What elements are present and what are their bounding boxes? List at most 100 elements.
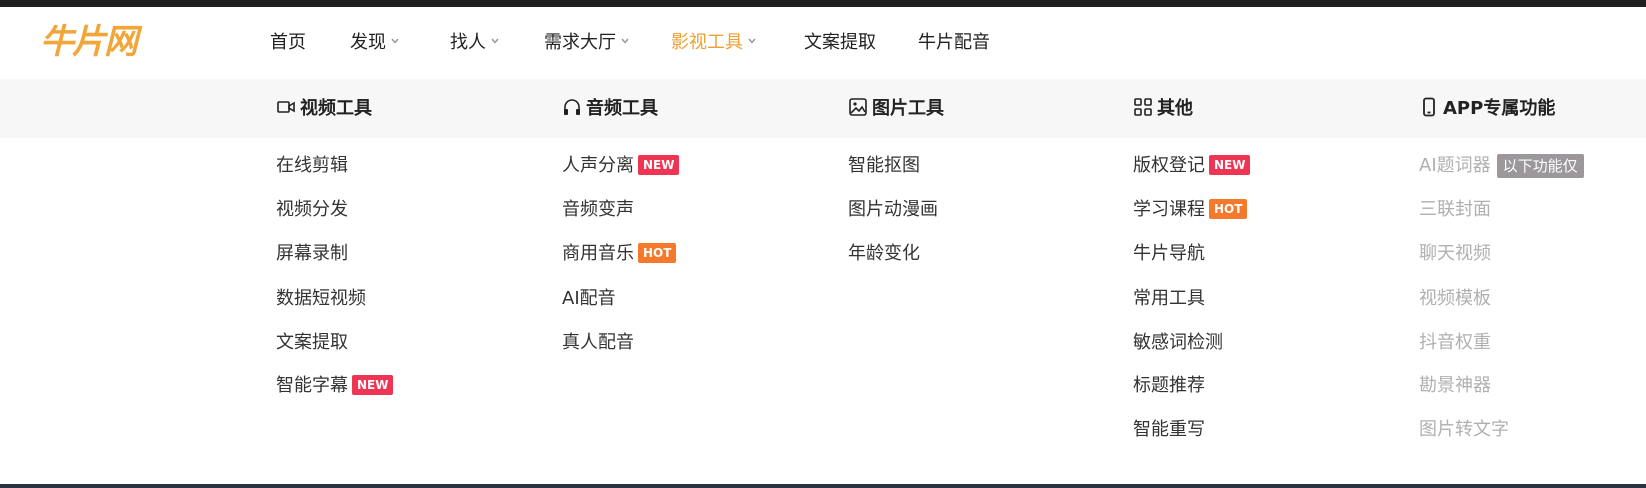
menu-item-vocal-separation[interactable]: 人声分离 NEW bbox=[562, 154, 680, 178]
nav-item-discover[interactable]: 发现 bbox=[350, 34, 399, 52]
menu-item-courses[interactable]: 学习课程 HOT bbox=[1133, 198, 1248, 222]
nav-item-copy-extract[interactable]: 文案提取 bbox=[804, 34, 876, 52]
column-title: 图片工具 bbox=[872, 98, 944, 119]
menu-item-chat-video[interactable]: 聊天视频 bbox=[1419, 242, 1491, 266]
nav-item-home[interactable]: 首页 bbox=[270, 34, 306, 52]
app-only-badge: 以下功能仅 bbox=[1496, 154, 1584, 178]
menu-item-age-change[interactable]: 年龄变化 bbox=[848, 242, 920, 266]
menu-item-ai-teleprompter[interactable]: AI题词器 以下功能仅 bbox=[1419, 154, 1584, 178]
menu-item-label: 标题推荐 bbox=[1133, 375, 1205, 396]
nav-item-label: 牛片配音 bbox=[918, 32, 990, 53]
category-header-bar bbox=[0, 79, 1646, 138]
chevron-down-icon bbox=[391, 37, 399, 45]
headphones-icon bbox=[562, 97, 582, 117]
menu-item-triple-cover[interactable]: 三联封面 bbox=[1419, 198, 1491, 222]
column-header-other: 其他 bbox=[1133, 97, 1193, 121]
nav-item-label: 发现 bbox=[350, 32, 386, 53]
site-logo[interactable]: 牛片网 bbox=[40, 25, 138, 59]
nav-item-label: 文案提取 bbox=[804, 32, 876, 53]
bottom-edge-strip bbox=[0, 484, 1646, 488]
menu-item-label: 在线剪辑 bbox=[276, 155, 348, 176]
menu-item-video-templates[interactable]: 视频模板 bbox=[1419, 287, 1491, 311]
menu-item-label: 抖音权重 bbox=[1419, 332, 1491, 353]
menu-item-label: 真人配音 bbox=[562, 332, 634, 353]
menu-item-label: 图片动漫画 bbox=[848, 199, 938, 220]
menu-item-data-short-video[interactable]: 数据短视频 bbox=[276, 287, 366, 311]
menu-item-label: 文案提取 bbox=[276, 332, 348, 353]
menu-item-label: 牛片导航 bbox=[1133, 243, 1205, 264]
menu-item-label: 图片转文字 bbox=[1419, 419, 1509, 440]
image-icon bbox=[848, 97, 868, 117]
menu-item-sensitive-word-check[interactable]: 敏感词检测 bbox=[1133, 331, 1223, 355]
menu-item-common-tools[interactable]: 常用工具 bbox=[1133, 287, 1205, 311]
menu-item-label: 商用音乐 bbox=[562, 243, 634, 264]
top-dark-bar bbox=[0, 0, 1646, 7]
column-title: 其他 bbox=[1157, 98, 1193, 119]
menu-item-douyin-weight[interactable]: 抖音权重 bbox=[1419, 331, 1491, 355]
nav-item-film-tools[interactable]: 影视工具 bbox=[671, 34, 756, 52]
menu-item-smart-cutout[interactable]: 智能抠图 bbox=[848, 154, 920, 178]
menu-item-label: 智能字幕 bbox=[276, 375, 348, 396]
column-header-audio-tools: 音频工具 bbox=[562, 97, 658, 121]
nav-item-label: 影视工具 bbox=[671, 32, 743, 53]
nav-item-dubbing[interactable]: 牛片配音 bbox=[918, 34, 990, 52]
hot-badge: HOT bbox=[1209, 199, 1248, 219]
menu-item-ai-dubbing[interactable]: AI配音 bbox=[562, 287, 616, 311]
column-title: 视频工具 bbox=[300, 98, 372, 119]
menu-item-label: 屏幕录制 bbox=[276, 243, 348, 264]
menu-item-image-to-text[interactable]: 图片转文字 bbox=[1419, 418, 1509, 442]
menu-item-label: 智能抠图 bbox=[848, 155, 920, 176]
new-badge: NEW bbox=[638, 155, 680, 175]
menu-item-human-dubbing[interactable]: 真人配音 bbox=[562, 331, 634, 355]
menu-item-video-distribution[interactable]: 视频分发 bbox=[276, 198, 348, 222]
menu-item-label: 智能重写 bbox=[1133, 419, 1205, 440]
main-navbar: 牛片网 首页 发现 找人 需求大厅 影视工具 文案提取 牛片配音 bbox=[0, 7, 1646, 79]
menu-item-title-recommend[interactable]: 标题推荐 bbox=[1133, 374, 1205, 398]
menu-item-label: 视频分发 bbox=[276, 199, 348, 220]
video-camera-icon bbox=[276, 97, 296, 117]
menu-item-label: 三联封面 bbox=[1419, 199, 1491, 220]
menu-item-label: 敏感词检测 bbox=[1133, 332, 1223, 353]
menu-item-label: AI题词器 bbox=[1419, 155, 1491, 176]
new-badge: NEW bbox=[1209, 155, 1251, 175]
chevron-down-icon bbox=[491, 37, 499, 45]
column-header-app-features: APP专属功能 bbox=[1419, 97, 1555, 121]
menu-item-smart-subtitles[interactable]: 智能字幕 NEW bbox=[276, 374, 394, 398]
menu-item-online-edit[interactable]: 在线剪辑 bbox=[276, 154, 348, 178]
menu-item-label: 勘景神器 bbox=[1419, 375, 1491, 396]
menu-item-voice-changer[interactable]: 音频变声 bbox=[562, 198, 634, 222]
chevron-down-icon bbox=[748, 37, 756, 45]
menu-item-label: 聊天视频 bbox=[1419, 243, 1491, 264]
menu-item-label: 版权登记 bbox=[1133, 155, 1205, 176]
menu-item-commercial-music[interactable]: 商用音乐 HOT bbox=[562, 242, 677, 266]
nav-item-label: 首页 bbox=[270, 32, 306, 53]
column-header-image-tools: 图片工具 bbox=[848, 97, 944, 121]
menu-item-copyright-registration[interactable]: 版权登记 NEW bbox=[1133, 154, 1251, 178]
column-header-video-tools: 视频工具 bbox=[276, 97, 372, 121]
film-tools-dropdown: 视频工具 音频工具 图片工具 其他 APP专属功能 在线剪辑 视频分发 屏幕录制… bbox=[0, 79, 1646, 484]
menu-item-label: 学习课程 bbox=[1133, 199, 1205, 220]
menu-item-copy-extract[interactable]: 文案提取 bbox=[276, 331, 348, 355]
menu-item-label: 年龄变化 bbox=[848, 243, 920, 264]
menu-item-label: 数据短视频 bbox=[276, 288, 366, 309]
column-title: APP专属功能 bbox=[1443, 98, 1556, 119]
grid-icon bbox=[1133, 97, 1153, 117]
new-badge: NEW bbox=[352, 375, 394, 395]
page: 牛片网 首页 发现 找人 需求大厅 影视工具 文案提取 牛片配音 视频工具 音频… bbox=[0, 0, 1646, 488]
menu-item-image-to-anime[interactable]: 图片动漫画 bbox=[848, 198, 938, 222]
menu-item-niupian-navigation[interactable]: 牛片导航 bbox=[1133, 242, 1205, 266]
menu-item-label: 人声分离 bbox=[562, 155, 634, 176]
nav-item-label: 需求大厅 bbox=[544, 32, 616, 53]
chevron-down-icon bbox=[621, 37, 629, 45]
hot-badge: HOT bbox=[638, 243, 677, 263]
nav-item-find-people[interactable]: 找人 bbox=[450, 34, 499, 52]
menu-item-smart-rewrite[interactable]: 智能重写 bbox=[1133, 418, 1205, 442]
nav-item-label: 找人 bbox=[450, 32, 486, 53]
menu-item-location-scout[interactable]: 勘景神器 bbox=[1419, 374, 1491, 398]
menu-item-label: AI配音 bbox=[562, 288, 616, 309]
phone-icon bbox=[1419, 97, 1439, 117]
menu-item-screen-recording[interactable]: 屏幕录制 bbox=[276, 242, 348, 266]
column-title: 音频工具 bbox=[586, 98, 658, 119]
menu-item-label: 视频模板 bbox=[1419, 288, 1491, 309]
nav-item-demand-hall[interactable]: 需求大厅 bbox=[544, 34, 629, 52]
